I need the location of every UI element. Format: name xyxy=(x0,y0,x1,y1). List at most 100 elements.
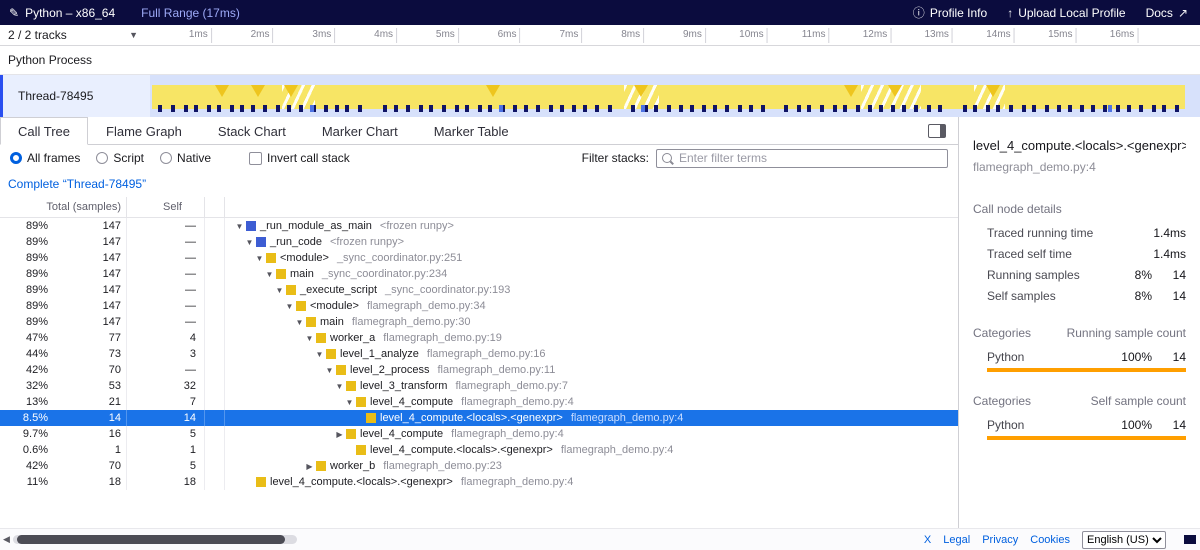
sample-tick xyxy=(986,105,990,112)
category-header-left: Categories xyxy=(973,326,1031,340)
call-tree-row[interactable]: 89%147—▼_execute_script_sync_coordinator… xyxy=(0,282,958,298)
marker-triangle-icon[interactable] xyxy=(986,85,1000,97)
tab-marker-table[interactable]: Marker Table xyxy=(416,117,527,145)
radio-native[interactable]: Native xyxy=(160,151,211,165)
tracks-dropdown-button[interactable]: 2 / 2 tracks ▼ xyxy=(0,25,150,45)
tab-stack-chart[interactable]: Stack Chart xyxy=(200,117,304,145)
tab-marker-chart[interactable]: Marker Chart xyxy=(304,117,416,145)
file-location: flamegraph_demo.py:4 xyxy=(461,476,574,488)
chevron-down-icon: ▼ xyxy=(129,30,138,40)
call-tree-row[interactable]: 89%147—▼<module>_sync_coordinator.py:251 xyxy=(0,250,958,266)
sample-tick xyxy=(358,105,362,112)
radio-icon xyxy=(96,152,108,164)
call-tree-row[interactable]: 8.5%1414level_4_compute.<locals>.<genexp… xyxy=(0,410,958,426)
row-spacer-cell xyxy=(205,410,225,426)
marker-triangle-icon[interactable] xyxy=(844,85,858,97)
total-percent: 47% xyxy=(0,332,48,344)
sidebar-toggle-icon[interactable] xyxy=(928,124,946,138)
total-samples: 14 xyxy=(48,412,126,424)
marker-triangle-icon[interactable] xyxy=(284,85,298,97)
expand-triangle-icon[interactable]: ▶ xyxy=(303,462,316,471)
call-tree-row[interactable]: 11%1818level_4_compute.<locals>.<genexpr… xyxy=(0,474,958,490)
function-name: level_4_compute.<locals>.<genexpr> xyxy=(270,476,453,488)
row-self-cell: — xyxy=(127,314,205,330)
profile-info-button[interactable]: ⓘ Profile Info xyxy=(913,4,987,21)
sample-tick xyxy=(807,105,811,112)
collapse-triangle-icon[interactable]: ▼ xyxy=(313,350,326,359)
footer-link-privacy[interactable]: Privacy xyxy=(982,534,1018,546)
full-range-breadcrumb[interactable]: Full Range (17ms) xyxy=(141,6,240,20)
collapse-triangle-icon[interactable]: ▼ xyxy=(343,398,356,407)
call-tree-row[interactable]: 42%705▶worker_bflamegraph_demo.py:23 xyxy=(0,458,958,474)
tab-call-tree[interactable]: Call Tree xyxy=(0,117,88,145)
file-location: flamegraph_demo.py:7 xyxy=(455,380,568,392)
call-tree-row[interactable]: 47%774▼worker_aflamegraph_demo.py:19 xyxy=(0,330,958,346)
call-tree-row[interactable]: 89%147—▼_run_module_as_main<frozen runpy… xyxy=(0,218,958,234)
marker-triangle-icon[interactable] xyxy=(634,85,648,97)
call-tree-row[interactable]: 89%147—▼<module>flamegraph_demo.py:34 xyxy=(0,298,958,314)
upload-profile-button[interactable]: ↑ Upload Local Profile xyxy=(1007,6,1125,20)
call-tree-row[interactable]: 9.7%165▶level_4_computeflamegraph_demo.p… xyxy=(0,426,958,442)
tab-flame-graph[interactable]: Flame Graph xyxy=(88,117,200,145)
row-tree-cell: level_4_compute.<locals>.<genexpr> flameg… xyxy=(225,474,958,490)
file-location: _sync_coordinator.py:193 xyxy=(385,284,510,296)
call-tree-row[interactable]: 42%70—▼level_2_processflamegraph_demo.py… xyxy=(0,362,958,378)
docs-button[interactable]: Docs ↗ xyxy=(1146,6,1188,20)
row-spacer-cell xyxy=(205,426,225,442)
radio-script[interactable]: Script xyxy=(96,151,144,165)
collapse-triangle-icon[interactable]: ▼ xyxy=(323,366,336,375)
collapse-triangle-icon[interactable]: ▼ xyxy=(253,254,266,263)
sample-tick xyxy=(536,105,540,112)
collapse-triangle-icon[interactable]: ▼ xyxy=(263,270,276,279)
sample-tick xyxy=(1045,105,1049,112)
edit-profile-name-icon[interactable]: ✎ xyxy=(9,6,19,20)
collapse-triangle-icon[interactable]: ▼ xyxy=(293,318,306,327)
thread-activity-graph[interactable] xyxy=(150,75,1200,117)
detail-value: 14 xyxy=(1152,268,1186,283)
marker-triangle-icon[interactable] xyxy=(888,85,902,97)
call-tree-row[interactable]: 89%147—▼mainflamegraph_demo.py:30 xyxy=(0,314,958,330)
marker-triangle-icon[interactable] xyxy=(251,85,265,97)
collapse-triangle-icon[interactable]: ▼ xyxy=(333,382,346,391)
file-location: flamegraph_demo.py:4 xyxy=(461,396,574,408)
call-tree-row[interactable]: 0.6%11level_4_compute.<locals>.<genexpr>… xyxy=(0,442,958,458)
sample-tick xyxy=(1009,105,1013,112)
marker-triangle-icon[interactable] xyxy=(486,85,500,97)
call-tree-row[interactable]: 13%217▼level_4_computeflamegraph_demo.py… xyxy=(0,394,958,410)
radio-all-frames[interactable]: All frames xyxy=(10,151,80,165)
process-track-header[interactable]: Python Process xyxy=(0,46,1200,75)
details-sidebar: level_4_compute.<locals>.<genexpr> flame… xyxy=(958,117,1200,528)
call-tree-row[interactable]: 89%147—▼main_sync_coordinator.py:234 xyxy=(0,266,958,282)
invert-call-stack-checkbox[interactable]: Invert call stack xyxy=(249,151,350,165)
collapse-triangle-icon[interactable]: ▼ xyxy=(273,286,286,295)
thread-track-label[interactable]: Thread-78495 xyxy=(0,75,150,117)
call-tree-row[interactable]: 44%733▼level_1_analyzeflamegraph_demo.py… xyxy=(0,346,958,362)
filter-input[interactable] xyxy=(677,150,942,166)
row-total-cell: 42%70 xyxy=(0,362,127,378)
footer-link-cookies[interactable]: Cookies xyxy=(1030,534,1070,546)
complete-thread-link[interactable]: Complete “Thread-78495” xyxy=(8,177,146,191)
call-tree-row[interactable]: 32%5332▼level_3_transformflamegraph_demo… xyxy=(0,378,958,394)
collapse-triangle-icon[interactable]: ▼ xyxy=(303,334,316,343)
total-samples: 70 xyxy=(48,364,126,376)
language-select[interactable]: English (US) xyxy=(1082,531,1166,549)
collapse-triangle-icon[interactable]: ▼ xyxy=(283,302,296,311)
horizontal-scrollbar[interactable] xyxy=(13,535,297,544)
total-samples: 70 xyxy=(48,460,126,472)
marker-triangle-icon[interactable] xyxy=(215,85,229,97)
sample-tick xyxy=(902,105,906,112)
scrollbar-thumb[interactable] xyxy=(17,535,285,544)
function-name: main xyxy=(320,316,344,328)
footer-bar: ◀ X Legal Privacy Cookies English (US) xyxy=(0,528,1200,550)
category-square-icon xyxy=(246,221,256,231)
collapse-triangle-icon[interactable]: ▼ xyxy=(233,222,246,231)
category-square-icon xyxy=(356,445,366,455)
scroll-left-arrow-icon[interactable]: ◀ xyxy=(0,534,13,545)
call-tree-row[interactable]: 89%147—▼_run_code<frozen runpy> xyxy=(0,234,958,250)
expand-triangle-icon[interactable]: ▶ xyxy=(333,430,346,439)
footer-link-legal[interactable]: Legal xyxy=(943,534,970,546)
row-self-cell: 7 xyxy=(127,394,205,410)
sample-tick xyxy=(442,105,446,112)
collapse-triangle-icon[interactable]: ▼ xyxy=(243,238,256,247)
footer-link-x[interactable]: X xyxy=(924,534,931,546)
